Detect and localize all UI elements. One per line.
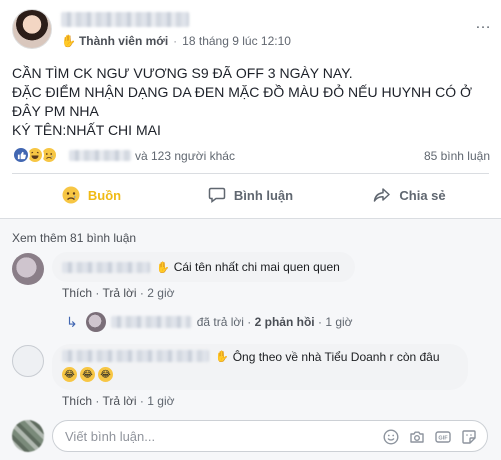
crying-laughing-emoji-icon: 😂 — [98, 367, 113, 382]
reply-comment-link[interactable]: Trả lời — [102, 394, 136, 408]
wave-hand-icon: ✋ — [156, 261, 170, 274]
svg-text:GIF: GIF — [438, 436, 448, 442]
comment-emojis: 😂 😂 😂 — [62, 367, 116, 382]
reply-count-link[interactable]: 2 phản hồi — [255, 315, 315, 329]
comment-button[interactable]: Bình luận — [171, 178, 330, 212]
current-user-avatar — [12, 420, 44, 452]
divider — [12, 173, 489, 174]
badge-label: Thành viên mới — [78, 34, 169, 48]
commenter-name-redacted[interactable] — [62, 261, 150, 273]
reactions-others-text[interactable]: và 123 người khác — [135, 149, 235, 163]
emoji-icon[interactable] — [383, 429, 399, 445]
more-options-icon[interactable]: … — [475, 15, 492, 33]
post-header: ✋ Thành viên mới · 18 tháng 9 lúc 12:10 … — [12, 9, 492, 54]
like-icon — [12, 146, 30, 164]
comment-actions: Thích · Trả lời · 2 giờ — [62, 286, 174, 300]
comment-time[interactable]: 2 giờ — [147, 286, 174, 300]
share-label: Chia sẻ — [399, 187, 446, 203]
like-comment-link[interactable]: Thích — [62, 286, 92, 300]
comment-text: Ông theo về nhà Tiểu Doanh r còn đâu — [232, 350, 440, 364]
poster-name-redacted[interactable] — [61, 12, 189, 27]
replier-avatar — [85, 312, 106, 332]
wave-hand-icon: ✋ — [61, 34, 76, 48]
member-badge[interactable]: ✋ Thành viên mới — [61, 34, 168, 48]
reply-time: 1 giờ — [325, 315, 353, 329]
reply-comment-link[interactable]: Trả lời — [102, 286, 136, 300]
separator-dot: · — [314, 315, 326, 329]
crying-laughing-emoji-icon: 😂 — [62, 367, 77, 382]
comment-composer[interactable]: GIF — [52, 420, 488, 452]
sad-reaction-button[interactable]: Buồn — [12, 178, 171, 212]
comment-time[interactable]: 1 giờ — [147, 394, 174, 408]
separator-dot: · — [243, 315, 255, 329]
replier-name-redacted — [110, 316, 191, 328]
post-text-line: KÝ TÊN:NHẤT CHI MAI — [12, 122, 161, 138]
comment-input[interactable] — [65, 428, 365, 444]
post-meta: ✋ Thành viên mới · 18 tháng 9 lúc 12:10 — [61, 34, 291, 48]
commenter-avatar[interactable] — [12, 345, 44, 377]
sad-face-icon — [62, 186, 80, 204]
sad-reaction-label: Buồn — [87, 187, 122, 203]
post-action-bar: Buồn Bình luận Chia sẻ — [12, 178, 489, 212]
crying-laughing-emoji-icon: 😂 — [80, 367, 95, 382]
share-button[interactable]: Chia sẻ — [330, 178, 489, 212]
separator-dot: · — [173, 34, 178, 48]
comment-bubble: ✋ Cái tên nhất chi mai quen quen — [52, 252, 355, 282]
commenter-name-redacted[interactable] — [62, 350, 209, 362]
camera-icon[interactable] — [409, 429, 425, 445]
poster-avatar[interactable] — [12, 9, 52, 49]
share-arrow-icon — [373, 186, 391, 204]
reaction-icons[interactable] — [12, 146, 58, 164]
sticker-icon[interactable] — [461, 429, 477, 445]
like-comment-link[interactable]: Thích — [62, 394, 92, 408]
replies-summary[interactable]: ↳ đã trả lời · 2 phản hồi · 1 giờ — [66, 311, 353, 333]
comment-count[interactable]: 85 bình luận — [424, 149, 490, 163]
comment-text: Cái tên nhất chi mai quen quen — [173, 260, 340, 274]
reactions-summary: và 123 người khác 85 bình luận — [12, 144, 490, 166]
view-more-comments-link[interactable]: Xem thêm 81 bình luận — [12, 231, 136, 245]
post-body: CẦN TÌM CK NGƯ VƯƠNG S9 ĐÃ OFF 3 NGÀY NA… — [12, 64, 492, 140]
replied-text: đã trả lời — [196, 315, 244, 329]
gif-icon[interactable]: GIF — [435, 429, 451, 445]
comment-label: Bình luận — [233, 187, 294, 203]
post-text-line: CẦN TÌM CK NGƯ VƯƠNG S9 ĐÃ OFF 3 NGÀY NA… — [12, 65, 353, 81]
wave-hand-icon: ✋ — [215, 351, 229, 363]
post-timestamp[interactable]: 18 tháng 9 lúc 12:10 — [182, 34, 291, 48]
composer-tools: GIF — [373, 429, 477, 445]
comment-actions: Thích · Trả lời · 1 giờ — [62, 394, 174, 408]
comment-bubble-icon — [208, 186, 226, 204]
commenter-avatar[interactable] — [12, 253, 44, 285]
post-text-line: ĐẶC ĐIỂM NHẬN DẠNG DA ĐEN MẶC ĐỒ MÀU ĐỎ … — [12, 84, 473, 100]
reactor-name-redacted[interactable] — [69, 150, 131, 161]
reply-arrow-icon: ↳ — [66, 313, 78, 330]
post-text-line: ĐÂY PM NHA — [12, 103, 99, 119]
